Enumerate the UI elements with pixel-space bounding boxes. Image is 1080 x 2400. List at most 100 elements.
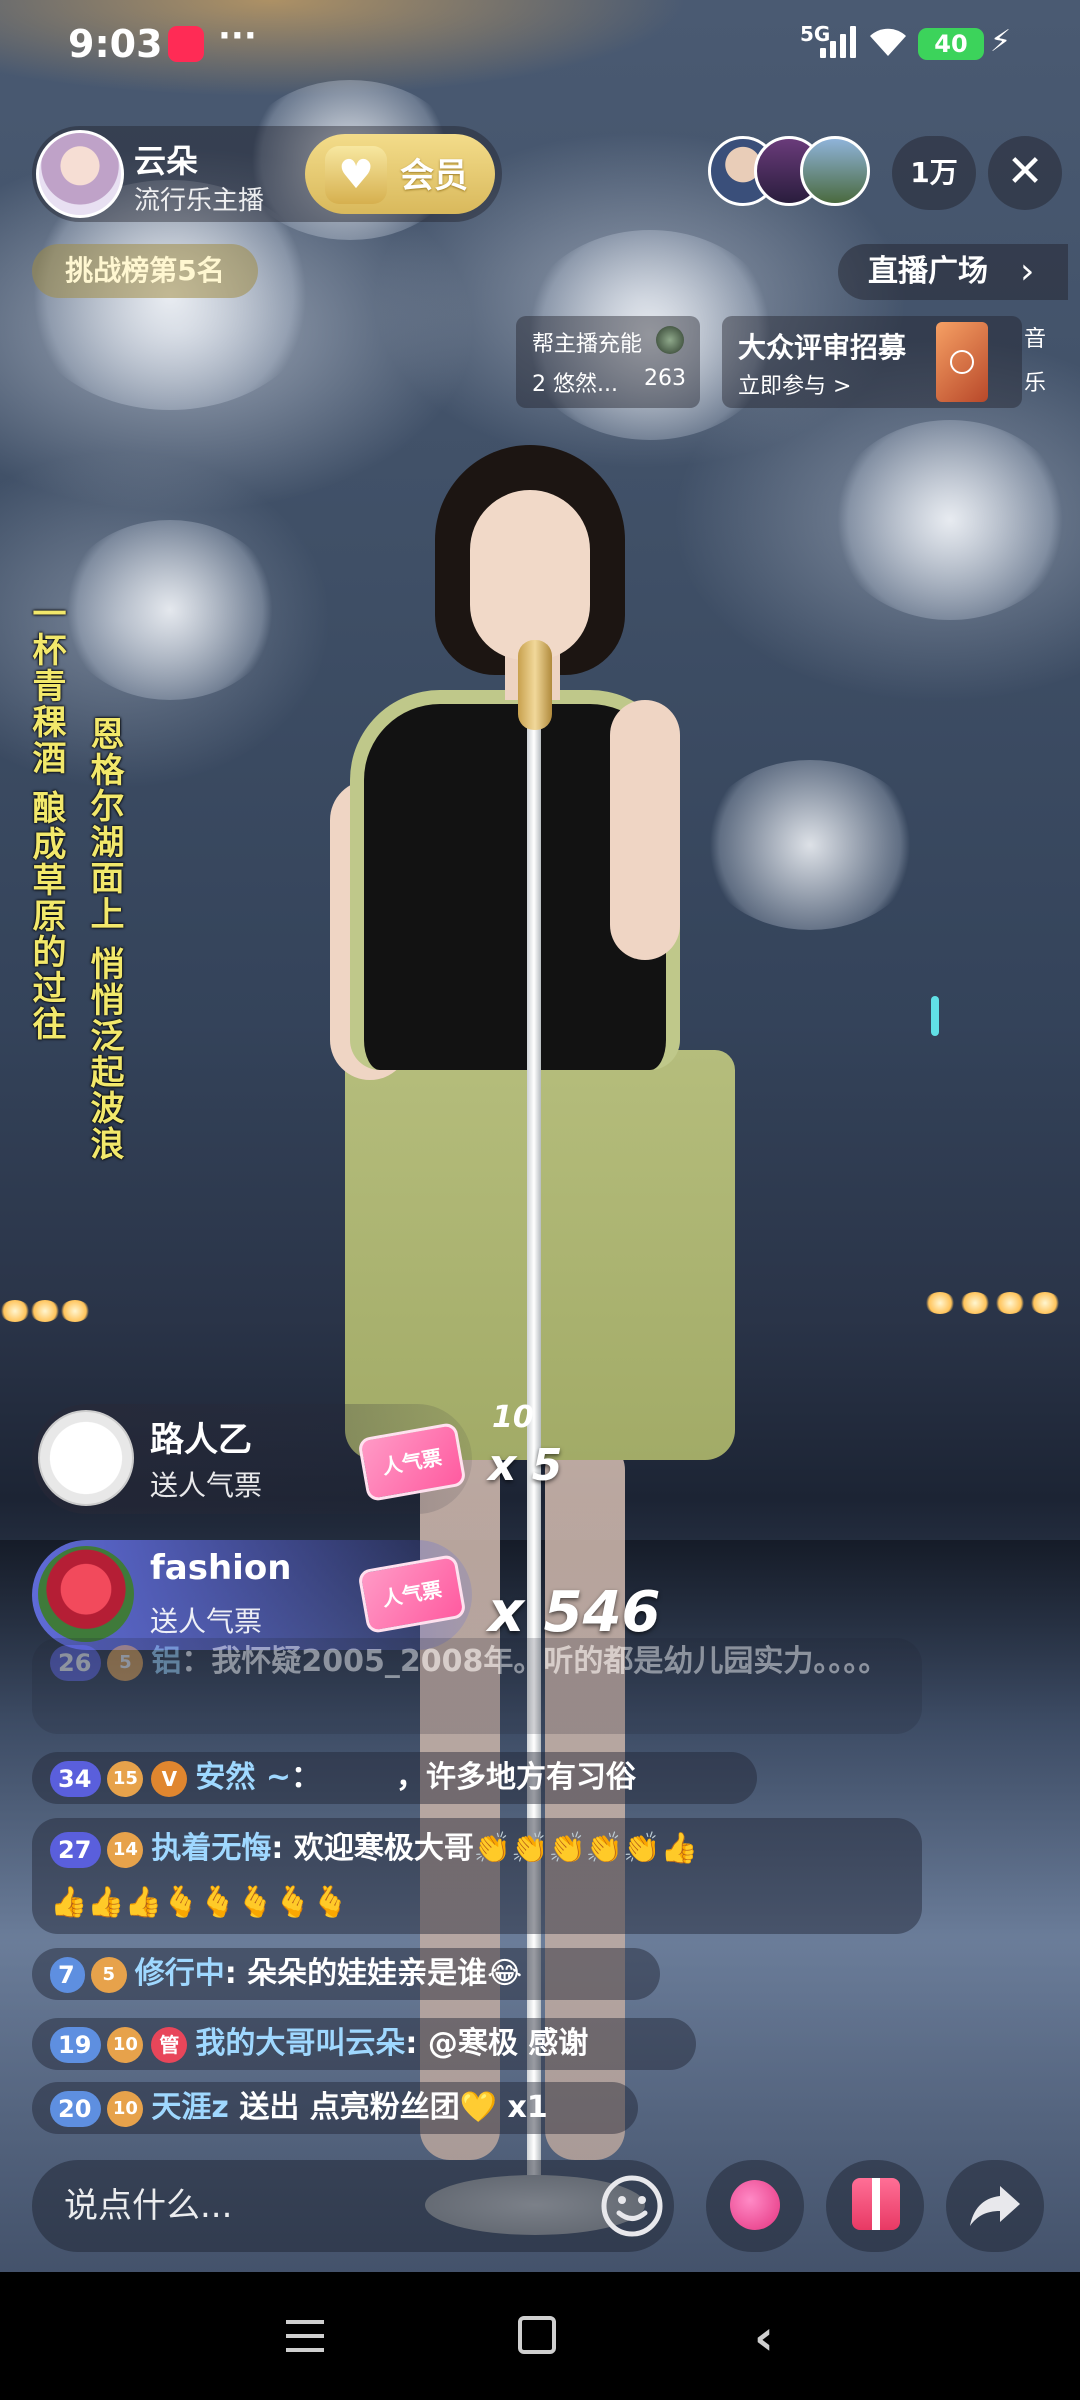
stage-light <box>0 1300 30 1322</box>
chat-text: ： ，许多地方有习俗 <box>291 1760 636 1795</box>
music-label-char: 音 <box>1023 327 1046 352</box>
rank-chip[interactable]: 挑战榜第5名 <box>32 244 258 298</box>
singer-face <box>470 490 590 660</box>
user-level-badge: 20 <box>50 2090 102 2127</box>
chat-text: : @寒极 感谢 <box>405 2026 589 2061</box>
user-level-badge: 19 <box>50 2026 102 2063</box>
recruit-title: 大众评审招募 <box>738 331 907 364</box>
charge-title: 帮主播充能 <box>532 332 643 357</box>
signal-icon <box>820 24 858 58</box>
stage-light <box>30 1300 60 1322</box>
gift-user-avatar[interactable] <box>38 1410 134 1506</box>
charge-avatar <box>656 326 684 354</box>
chevron-right-icon: › <box>1020 251 1035 292</box>
fan-level-badge: 10 <box>107 2026 144 2063</box>
gift-action: 送人气票 <box>150 1605 263 1638</box>
chat-text: : 欢迎寒极大哥👏👏👏👏👏👍 <box>271 1831 698 1866</box>
singer-arm <box>610 700 680 960</box>
lyric-line: 一杯青稞酒 酿成草原的过往 <box>26 596 66 1042</box>
fan-level-badge: 5 <box>90 1956 127 1993</box>
back-button[interactable]: ‹ <box>740 2306 800 2366</box>
chat-message[interactable]: 26 5 铝：我怀疑2005_2008年。听的都是幼儿园实力。。。。 <box>32 1638 922 1734</box>
home-icon <box>518 2316 556 2354</box>
status-time: 9:03 <box>68 22 163 66</box>
chat-message[interactable]: 27 14 执着无悔: 欢迎寒极大哥👏👏👏👏👏👍 👍👍👍🫰🫰🫰🫰🫰 <box>32 1818 922 1934</box>
emoji-icon[interactable] <box>594 2168 670 2244</box>
microphone <box>518 640 552 730</box>
viewer-avatar[interactable] <box>800 136 870 206</box>
background-flower <box>60 520 280 700</box>
chat-text: ：我怀疑2005_2008年。听的都是幼儿园实力。。。。 <box>181 1644 889 1679</box>
home-button[interactable] <box>508 2306 568 2366</box>
vip-label[interactable]: 会员 <box>400 148 468 197</box>
fan-level-badge: 5 <box>107 1644 144 1681</box>
chat-username[interactable]: 修行中 <box>135 1956 225 1991</box>
fan-level-badge: 15 <box>107 1760 144 1797</box>
chat-message[interactable]: 7 5 修行中: 朵朵的娃娃亲是谁😂 <box>32 1948 660 2000</box>
gift-user-name[interactable]: fashion <box>150 1548 291 1588</box>
host-name[interactable]: 云朵 <box>134 136 198 182</box>
scroll-indicator <box>931 996 939 1036</box>
user-level-badge: 7 <box>50 1956 85 1993</box>
chat-username[interactable]: 铝 <box>151 1644 181 1679</box>
chat-username[interactable]: 我的大哥叫云朵 <box>195 2026 405 2061</box>
gift-action: 送人气票 <box>150 1469 263 1502</box>
vip-heart-icon: ♥ <box>325 146 387 204</box>
chat-text: 送出 点亮粉丝团💛 x1 <box>228 2090 548 2125</box>
like-button[interactable] <box>706 2160 804 2252</box>
charge-count: 263 <box>644 366 686 391</box>
chat-username[interactable]: 天涯z <box>151 2090 228 2125</box>
v-badge: V <box>151 1760 188 1797</box>
admin-badge: 管 <box>151 2026 188 2063</box>
app-notification-icon <box>168 26 204 62</box>
gift-user-avatar[interactable] <box>38 1546 134 1642</box>
background-flower <box>700 760 920 930</box>
stage-light <box>995 1292 1025 1314</box>
top-viewers[interactable] <box>708 136 888 216</box>
status-bar: 9:03 ··· 5G 40 ⚡ <box>0 0 1080 90</box>
chat-text-line2: 👍👍👍🫰🫰🫰🫰🫰 <box>50 1885 349 1920</box>
chat-text: : 朵朵的娃娃亲是谁😂 <box>224 1956 523 1991</box>
more-notifications-icon: ··· <box>218 16 257 56</box>
user-level-badge: 34 <box>50 1760 102 1797</box>
comment-input[interactable]: 说点什么... <box>32 2160 674 2252</box>
gift-button[interactable] <box>826 2160 924 2252</box>
back-icon: ‹ <box>754 2310 774 2366</box>
charge-subtitle: 2 悠然... <box>532 372 618 397</box>
share-icon <box>970 2186 1020 2226</box>
wifi-icon <box>870 28 906 56</box>
recruit-poster-icon <box>936 322 988 402</box>
gift-count: x 546 <box>488 1580 661 1645</box>
share-button[interactable] <box>946 2160 1044 2252</box>
recent-apps-button[interactable] <box>276 2306 336 2366</box>
system-navigation-bar: ‹ <box>0 2272 1080 2400</box>
user-level-badge: 27 <box>50 1831 102 1868</box>
host-role: 流行乐主播 <box>134 186 265 216</box>
lyric-line: 恩格尔湖面上 悄悄泛起波浪 <box>84 716 124 1162</box>
gift-count: x 5 <box>488 1440 563 1491</box>
online-count[interactable]: 1万 <box>892 136 976 210</box>
chat-username[interactable]: 执着无悔 <box>151 1831 271 1866</box>
chat-message[interactable]: 19 10 管我的大哥叫云朵: @寒极 感谢 <box>32 2018 696 2070</box>
fan-level-badge: 14 <box>107 1831 144 1868</box>
fan-level-badge: 10 <box>107 2090 144 2127</box>
gift-combo-small: 10 <box>492 1400 534 1435</box>
bolt-icon: ⚡ <box>990 24 1012 59</box>
close-button[interactable]: ✕ <box>988 136 1062 210</box>
recruit-action[interactable]: 立即参与 > <box>738 368 851 400</box>
heart-icon <box>730 2180 780 2230</box>
battery-icon: 40 <box>918 28 984 60</box>
host-avatar[interactable] <box>36 130 124 218</box>
chat-username[interactable]: 安然 ~ <box>195 1760 291 1795</box>
music-label-char: 乐 <box>1023 371 1046 396</box>
stage-light <box>925 1292 955 1314</box>
music-side-label[interactable]: 音 乐 <box>1020 318 1050 406</box>
gift-user-name[interactable]: 路人乙 <box>150 1412 252 1461</box>
stage-light <box>1030 1292 1060 1314</box>
background-flower <box>830 420 1070 620</box>
chat-message[interactable]: 34 15 V 安然 ~： ，许多地方有习俗 <box>32 1752 757 1804</box>
stage-light <box>960 1292 990 1314</box>
gift-icon <box>852 2178 900 2230</box>
stage-light <box>60 1300 90 1322</box>
chat-message[interactable]: 20 10 天涯z 送出 点亮粉丝团💛 x1 <box>32 2082 638 2134</box>
